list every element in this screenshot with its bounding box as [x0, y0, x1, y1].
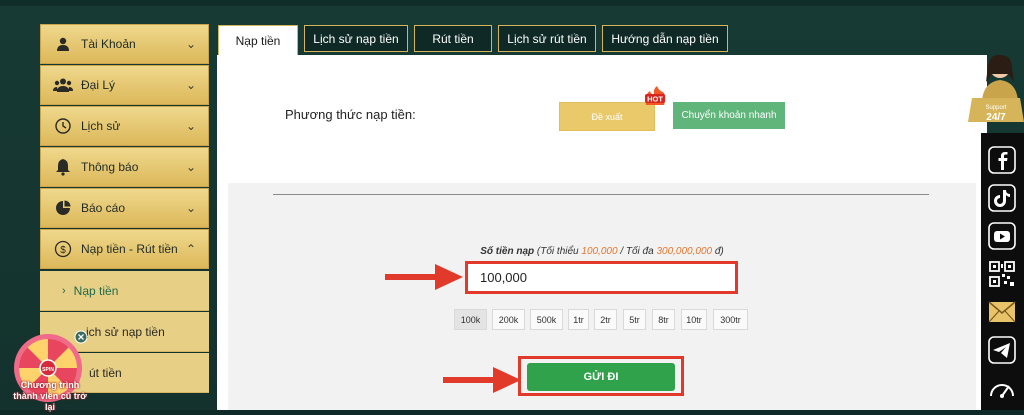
user-icon — [53, 34, 73, 54]
tab-deposit-history[interactable]: Lịch sử nạp tiền — [304, 25, 408, 52]
sidebar-item-label: Lịch sử — [81, 119, 121, 133]
amount-hint-mid: / Tối đa — [617, 246, 657, 257]
support-line2: 24/7 — [986, 112, 1006, 123]
social-rail — [981, 133, 1024, 410]
sidebar-subitem-label: ịch sử nạp tiền — [86, 324, 165, 339]
submit-button[interactable]: GỬI ĐI — [527, 363, 675, 391]
amount-chip-500k[interactable]: 500k — [530, 309, 563, 330]
history-icon — [53, 116, 73, 136]
sidebar-item-label: Đại Lý — [81, 78, 116, 92]
amount-chip-8tr[interactable]: 8tr — [652, 309, 675, 330]
amount-chip-2tr[interactable]: 2tr — [594, 309, 617, 330]
tab-deposit-guide[interactable]: Hướng dẫn nạp tiền — [602, 25, 728, 52]
tab-withdraw[interactable]: Rút tiền — [414, 25, 492, 52]
sidebar-item-account[interactable]: Tài Khoản ⌄ — [40, 24, 209, 64]
sidebar-item-label: Báo cáo — [81, 201, 126, 215]
chevron-down-icon: ⌄ — [185, 201, 197, 215]
chevron-down-icon: ⌄ — [185, 160, 197, 174]
amount-chip-1tr[interactable]: 1tr — [568, 309, 589, 330]
mail-icon[interactable] — [987, 297, 1017, 327]
amount-section: Số tiền nạp (Tối thiểu 100,000 / Tối đa … — [228, 183, 976, 410]
amount-label: Số tiền nạp (Tối thiểu 100,000 / Tối đa … — [228, 246, 976, 257]
group-icon — [53, 75, 73, 95]
amount-max: 300,000,000 — [656, 246, 713, 257]
amount-title: Số tiền nạp — [480, 246, 535, 257]
tab-deposit[interactable]: Nạp tiền — [218, 25, 298, 56]
youtube-icon[interactable] — [987, 221, 1017, 251]
qr-code-icon[interactable] — [987, 259, 1017, 289]
bell-icon — [53, 157, 73, 177]
chevron-down-icon: ⌄ — [185, 119, 197, 133]
hot-badge-icon: HOT — [645, 86, 666, 105]
payment-method-label: Phương thức nạp tiền: — [285, 107, 416, 122]
support-line1: Support — [985, 105, 1006, 111]
sidebar-subitem-deposit[interactable]: › Nạp tiền — [40, 271, 209, 311]
support-agent-icon: Support 24/7 — [968, 54, 1024, 123]
deposit-panel: Phương thức nạp tiền: Đề xuất HOT Chuyển… — [217, 55, 987, 410]
speed-gauge-icon[interactable] — [987, 373, 1017, 403]
sidebar-item-history[interactable]: Lịch sử ⌄ — [40, 106, 209, 146]
amount-chip-100k[interactable]: 100k — [454, 309, 487, 330]
annotation-arrow-icon — [443, 367, 521, 393]
facebook-icon[interactable] — [987, 145, 1017, 175]
tiktok-icon[interactable] — [987, 183, 1017, 213]
spin-badge-text: SPIN — [42, 367, 54, 373]
sidebar-item-notifications[interactable]: Thông báo ⌄ — [40, 147, 209, 187]
amount-hint-prefix: (Tối thiểu — [536, 246, 582, 257]
tab-withdraw-history[interactable]: Lịch sử rút tiền — [498, 25, 596, 52]
amount-input-frame — [465, 261, 738, 294]
chevron-right-icon: › — [62, 284, 66, 297]
sidebar-item-agency[interactable]: Đại Lý ⌄ — [40, 65, 209, 105]
annotation-arrow-icon — [385, 264, 463, 290]
amount-chip-10tr[interactable]: 10tr — [681, 309, 707, 330]
sidebar-subitem-label: út tiền — [89, 365, 122, 380]
pie-chart-icon — [53, 198, 73, 218]
amount-chip-200k[interactable]: 200k — [492, 309, 525, 330]
hot-badge-text: HOT — [647, 95, 663, 104]
amount-hint-suffix: đ) — [712, 246, 724, 257]
sidebar-item-label: Thông báo — [81, 160, 139, 174]
sidebar-subitem-label: Nạp tiền — [73, 283, 119, 298]
chevron-down-icon: ⌄ — [185, 78, 197, 92]
fast-transfer-button[interactable]: Chuyển khoản nhanh — [673, 102, 785, 129]
sidebar-item-label: Nạp tiền - Rút tiền — [81, 242, 178, 256]
chevron-up-icon: ⌃ — [185, 242, 197, 256]
support-widget[interactable]: Support 24/7 — [968, 52, 1024, 132]
spin-promo-text: Chương trình thành viên cũ trở lại — [13, 380, 87, 412]
sidebar-item-reports[interactable]: Báo cáo ⌄ — [40, 188, 209, 228]
section-divider — [273, 194, 929, 195]
amount-chip-300tr[interactable]: 300tr — [713, 309, 748, 330]
money-circle-icon: $ — [53, 239, 73, 259]
suggested-method-button[interactable]: Đề xuất — [559, 102, 655, 131]
amount-chip-5tr[interactable]: 5tr — [623, 309, 646, 330]
svg-text:$: $ — [60, 245, 66, 256]
amount-input[interactable] — [468, 264, 735, 291]
chevron-down-icon: ⌄ — [185, 37, 197, 51]
amount-min: 100,000 — [581, 246, 618, 257]
submit-highlight-frame: GỬI ĐI — [518, 356, 684, 396]
telegram-icon[interactable] — [987, 335, 1017, 365]
sidebar-item-label: Tài Khoản — [81, 37, 136, 51]
sidebar-item-deposit-withdraw[interactable]: $ Nạp tiền - Rút tiền ⌃ — [40, 229, 209, 269]
